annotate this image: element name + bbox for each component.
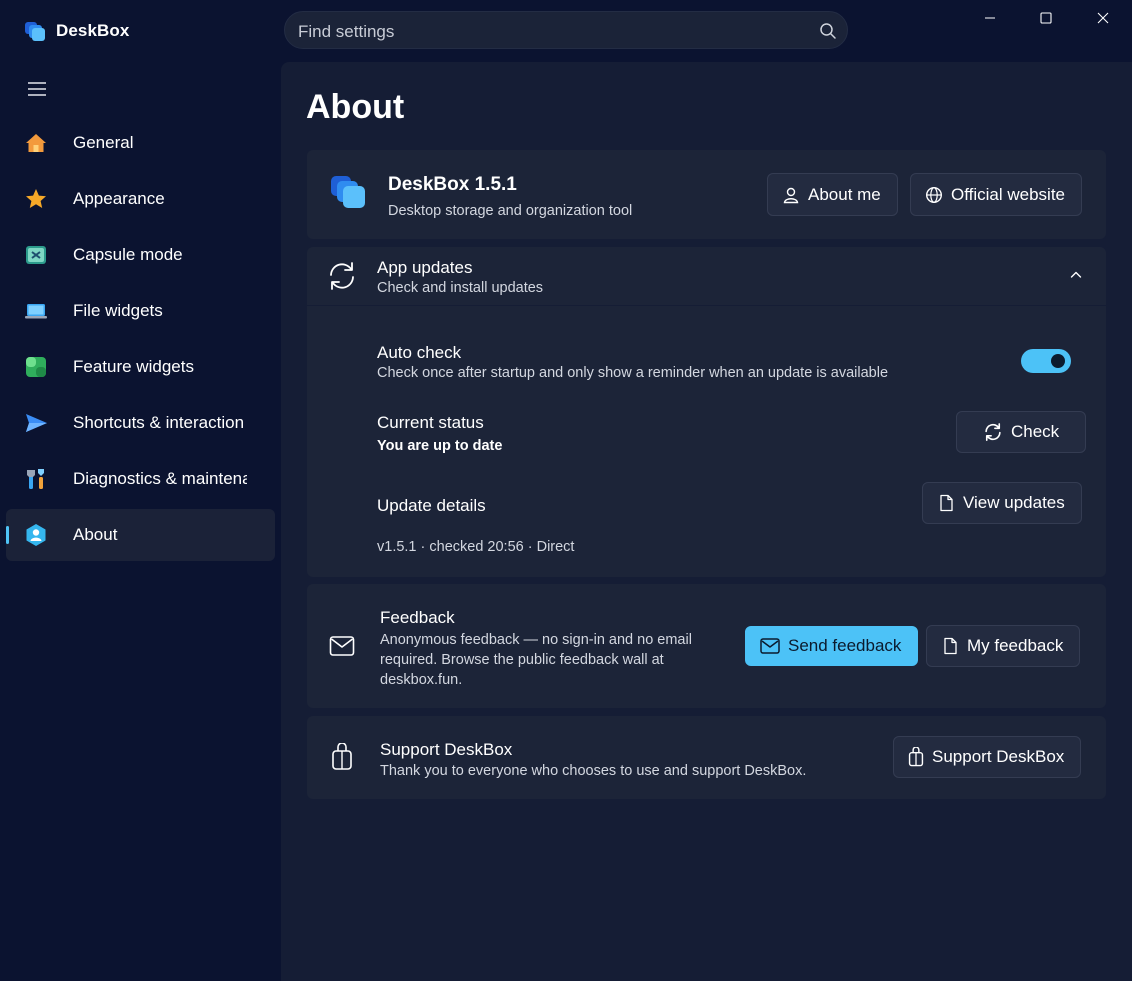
sidebar-item-general[interactable]: General	[6, 117, 275, 169]
update-details-info: v1.5.1 · checked 20:56 · Direct	[377, 539, 575, 555]
check-button[interactable]: Check	[956, 411, 1086, 453]
search-icon[interactable]	[819, 22, 837, 40]
globe-icon	[925, 186, 943, 203]
check-label: Check	[1011, 422, 1060, 441]
app-info-card: DeskBox 1.5.1 Desktop storage and organi…	[307, 150, 1106, 239]
search-input[interactable]: Find settings	[298, 22, 394, 42]
send-feedback-button[interactable]: Send feedback	[745, 626, 919, 666]
support-title: Support DeskBox	[380, 740, 513, 759]
menu-toggle-button[interactable]	[22, 76, 52, 102]
current-status-value: You are up to date	[377, 438, 503, 454]
app-updates-title: App updates	[377, 258, 473, 277]
sidebar-item-shortcuts[interactable]: Shortcuts & interaction	[6, 397, 275, 449]
view-updates-button[interactable]: View updates	[922, 482, 1082, 524]
official-website-button[interactable]: Official website	[910, 173, 1083, 216]
title-bar: DeskBox Find settings	[0, 0, 1132, 62]
minimize-icon	[985, 17, 995, 19]
sidebar-item-file-widgets[interactable]: File widgets	[6, 285, 275, 337]
sidebar-item-label: About	[73, 525, 118, 544]
page-title: About	[306, 88, 405, 126]
app-updates-subtitle: Check and install updates	[377, 280, 544, 296]
sidebar-item-appearance[interactable]: Appearance	[6, 173, 275, 225]
toggle-knob	[1051, 354, 1065, 368]
support-deskbox-button[interactable]: Support DeskBox	[893, 736, 1082, 778]
home-icon	[24, 131, 48, 155]
my-feedback-label: My feedback	[967, 636, 1064, 655]
sidebar-item-label: Diagnostics & maintenance	[73, 469, 247, 488]
close-icon	[1097, 12, 1109, 24]
send-feedback-label: Send feedback	[788, 636, 902, 655]
support-button-label: Support DeskBox	[932, 747, 1065, 766]
about-me-label: About me	[808, 184, 881, 204]
deskbox-logo-icon	[329, 172, 367, 210]
update-details-title: Update details	[377, 496, 486, 515]
laptop-icon	[24, 299, 48, 323]
capsule-icon	[24, 243, 48, 267]
my-feedback-button[interactable]: My feedback	[926, 625, 1081, 667]
app-updates-expander: App updates Check and install updates Au…	[307, 247, 1106, 577]
gift-bag-icon	[908, 747, 924, 767]
chevron-up-icon[interactable]	[1070, 270, 1082, 280]
feedback-title: Feedback	[380, 608, 455, 627]
feedback-card: Feedback Anonymous feedback — no sign-in…	[307, 584, 1106, 708]
widgets-icon	[24, 355, 48, 379]
auto-check-title: Auto check	[377, 343, 462, 362]
feedback-description: Anonymous feedback — no sign-in and no e…	[380, 632, 692, 688]
support-card: Support DeskBox Thank you to everyone wh…	[307, 716, 1106, 799]
minimize-button[interactable]	[962, 0, 1018, 36]
document-icon	[944, 637, 957, 655]
star-icon	[24, 187, 48, 211]
sidebar-item-about[interactable]: About	[6, 509, 275, 561]
app-name: DeskBox 1.5.1	[388, 174, 517, 195]
document-icon	[940, 494, 953, 512]
mail-icon	[760, 638, 780, 654]
app-updates-header[interactable]: App updates Check and install updates	[307, 247, 1106, 306]
auto-check-toggle[interactable]	[1021, 349, 1071, 373]
official-website-label: Official website	[951, 184, 1066, 204]
sidebar-item-capsule-mode[interactable]: Capsule mode	[6, 229, 275, 281]
tools-icon	[24, 467, 48, 491]
active-indicator	[6, 526, 9, 544]
close-button[interactable]	[1075, 0, 1131, 36]
sidebar-item-feature-widgets[interactable]: Feature widgets	[6, 341, 275, 393]
gift-bag-icon	[331, 743, 353, 771]
sidebar: General Appearance Capsule mode File wid…	[0, 62, 281, 981]
auto-check-description: Check once after startup and only show a…	[377, 365, 889, 381]
sidebar-item-label: Appearance	[73, 189, 165, 208]
sidebar-item-diagnostics[interactable]: Diagnostics & maintenance	[6, 453, 275, 505]
app-description: Desktop storage and organization tool	[388, 203, 633, 219]
sidebar-item-label: Capsule mode	[73, 245, 183, 264]
about-icon	[24, 523, 48, 547]
support-description: Thank you to everyone who chooses to use…	[380, 763, 807, 779]
refresh-icon	[326, 260, 358, 292]
person-icon	[783, 187, 799, 203]
main-content: About DeskBox 1.5.1 Desktop storage and …	[281, 62, 1132, 981]
about-me-button[interactable]: About me	[767, 173, 898, 216]
view-updates-label: View updates	[963, 493, 1065, 512]
deskbox-logo-icon	[24, 20, 46, 42]
mail-icon	[329, 635, 355, 657]
maximize-button[interactable]	[1018, 0, 1074, 36]
maximize-icon	[1040, 12, 1052, 24]
hamburger-icon	[28, 82, 46, 96]
sidebar-item-label: Feature widgets	[73, 357, 194, 376]
sidebar-item-label: Shortcuts & interaction	[73, 413, 245, 432]
send-icon	[24, 411, 48, 435]
refresh-icon	[985, 423, 1001, 441]
sidebar-item-label: File widgets	[73, 301, 163, 320]
sidebar-item-label: General	[73, 133, 134, 152]
app-title: DeskBox	[56, 21, 130, 40]
search-box[interactable]: Find settings	[284, 11, 848, 49]
current-status-title: Current status	[377, 413, 484, 432]
